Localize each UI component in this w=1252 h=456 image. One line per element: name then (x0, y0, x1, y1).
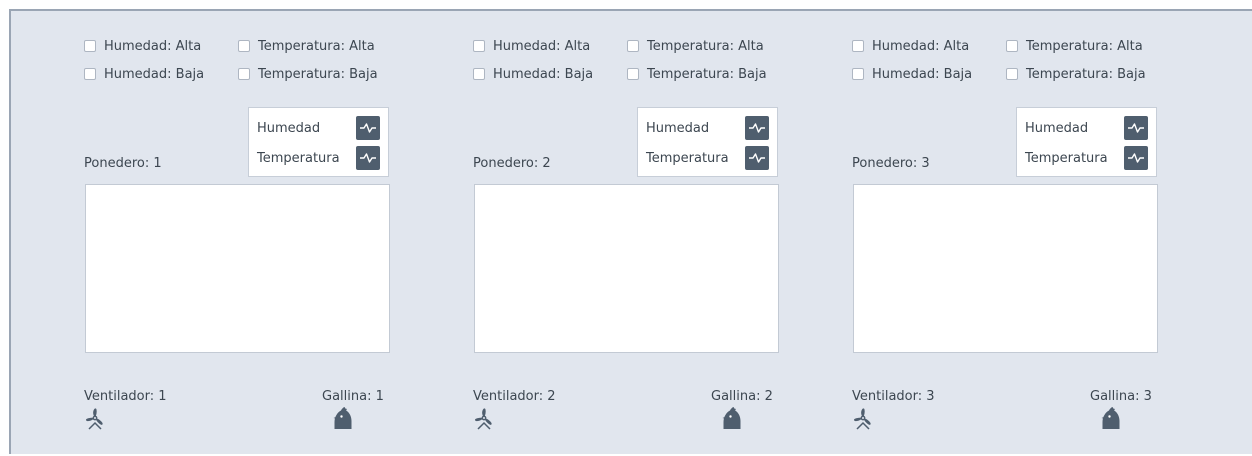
checkbox-box[interactable] (852, 68, 864, 80)
checkbox-label: Temperatura: Alta (647, 38, 764, 54)
checkbox-label: Humedad: Alta (872, 38, 970, 54)
checkbox-label: Temperatura: Baja (1026, 66, 1146, 82)
ponedero-panel-1: Humedad: Alta Temperatura: Alta Humedad:… (75, 11, 455, 456)
checkbox-label: Humedad: Alta (104, 38, 202, 54)
hen-icon[interactable] (332, 406, 354, 430)
chart-legend: Humedad Temperatura (637, 107, 778, 177)
legend-row-humedad: Humedad (1025, 116, 1148, 140)
checkbox-label: Temperatura: Baja (647, 66, 767, 82)
checkbox-box[interactable] (627, 68, 639, 80)
checkbox-box[interactable] (1006, 68, 1018, 80)
legend-label-humedad: Humedad (1025, 120, 1089, 136)
humedad-chart-toggle-button[interactable] (1124, 116, 1148, 140)
pulse-chart-icon (749, 123, 765, 133)
hen-icon[interactable] (1100, 406, 1122, 430)
checkbox-box[interactable] (852, 40, 864, 52)
legend-row-humedad: Humedad (257, 116, 380, 140)
checkbox-box[interactable] (84, 40, 96, 52)
legend-label-temperatura: Temperatura (646, 150, 729, 166)
checkbox-box[interactable] (1006, 40, 1018, 52)
pulse-chart-icon (1128, 123, 1144, 133)
pulse-chart-icon (749, 153, 765, 163)
ventilador-label: Ventilador: 2 (473, 389, 556, 404)
ponedero-panel-3: Humedad: Alta Temperatura: Alta Humedad:… (843, 11, 1223, 456)
humedad-chart-toggle-button[interactable] (356, 116, 380, 140)
ventilador-label: Ventilador: 1 (84, 389, 167, 404)
humedad-chart-toggle-button[interactable] (745, 116, 769, 140)
fan-icon[interactable] (84, 406, 106, 430)
chart-legend: Humedad Temperatura (1016, 107, 1157, 177)
ventilador-label: Ventilador: 3 (852, 389, 935, 404)
fan-icon[interactable] (473, 406, 495, 430)
checkbox-humedad-alta[interactable]: Humedad: Alta (852, 37, 969, 55)
gallina-label: Gallina: 1 (322, 389, 384, 404)
checkbox-temperatura-alta[interactable]: Temperatura: Alta (238, 37, 375, 55)
checkbox-humedad-baja[interactable]: Humedad: Baja (473, 65, 593, 83)
temperatura-chart-toggle-button[interactable] (1124, 146, 1148, 170)
checkbox-label: Humedad: Baja (872, 66, 973, 82)
checkbox-box[interactable] (238, 68, 250, 80)
checkbox-label: Humedad: Baja (493, 66, 594, 82)
temperatura-chart-toggle-button[interactable] (745, 146, 769, 170)
checkbox-box[interactable] (473, 68, 485, 80)
checkbox-label: Temperatura: Alta (258, 38, 375, 54)
checkbox-box[interactable] (84, 68, 96, 80)
checkbox-temperatura-alta[interactable]: Temperatura: Alta (1006, 37, 1143, 55)
checkbox-temperatura-baja[interactable]: Temperatura: Baja (1006, 65, 1146, 83)
checkbox-label: Temperatura: Alta (1026, 38, 1143, 54)
chart-legend: Humedad Temperatura (248, 107, 389, 177)
legend-label-temperatura: Temperatura (1025, 150, 1108, 166)
pulse-chart-icon (360, 123, 376, 133)
legend-label-humedad: Humedad (257, 120, 321, 136)
chart-area (85, 184, 390, 353)
checkbox-humedad-alta[interactable]: Humedad: Alta (473, 37, 590, 55)
ponedero-label: Ponedero: 1 (84, 156, 162, 171)
checkbox-label: Humedad: Baja (104, 66, 205, 82)
checkbox-temperatura-alta[interactable]: Temperatura: Alta (627, 37, 764, 55)
checkbox-temperatura-baja[interactable]: Temperatura: Baja (238, 65, 378, 83)
checkbox-humedad-alta[interactable]: Humedad: Alta (84, 37, 201, 55)
dashboard-frame: Humedad: Alta Temperatura: Alta Humedad:… (9, 9, 1252, 454)
checkbox-humedad-baja[interactable]: Humedad: Baja (84, 65, 204, 83)
legend-row-humedad: Humedad (646, 116, 769, 140)
checkbox-label: Humedad: Alta (493, 38, 591, 54)
chart-area (853, 184, 1158, 353)
checkbox-humedad-baja[interactable]: Humedad: Baja (852, 65, 972, 83)
chart-area (474, 184, 779, 353)
legend-label-temperatura: Temperatura (257, 150, 340, 166)
legend-row-temperatura: Temperatura (257, 146, 380, 170)
pulse-chart-icon (1128, 153, 1144, 163)
gallina-label: Gallina: 2 (711, 389, 773, 404)
legend-row-temperatura: Temperatura (1025, 146, 1148, 170)
checkbox-box[interactable] (627, 40, 639, 52)
checkbox-box[interactable] (238, 40, 250, 52)
pulse-chart-icon (360, 153, 376, 163)
checkbox-box[interactable] (473, 40, 485, 52)
gallina-label: Gallina: 3 (1090, 389, 1152, 404)
ponedero-label: Ponedero: 2 (473, 156, 551, 171)
ponedero-label: Ponedero: 3 (852, 156, 930, 171)
legend-row-temperatura: Temperatura (646, 146, 769, 170)
fan-icon[interactable] (852, 406, 874, 430)
hen-icon[interactable] (721, 406, 743, 430)
checkbox-label: Temperatura: Baja (258, 66, 378, 82)
ponedero-panel-2: Humedad: Alta Temperatura: Alta Humedad:… (464, 11, 844, 456)
legend-label-humedad: Humedad (646, 120, 710, 136)
checkbox-temperatura-baja[interactable]: Temperatura: Baja (627, 65, 767, 83)
temperatura-chart-toggle-button[interactable] (356, 146, 380, 170)
